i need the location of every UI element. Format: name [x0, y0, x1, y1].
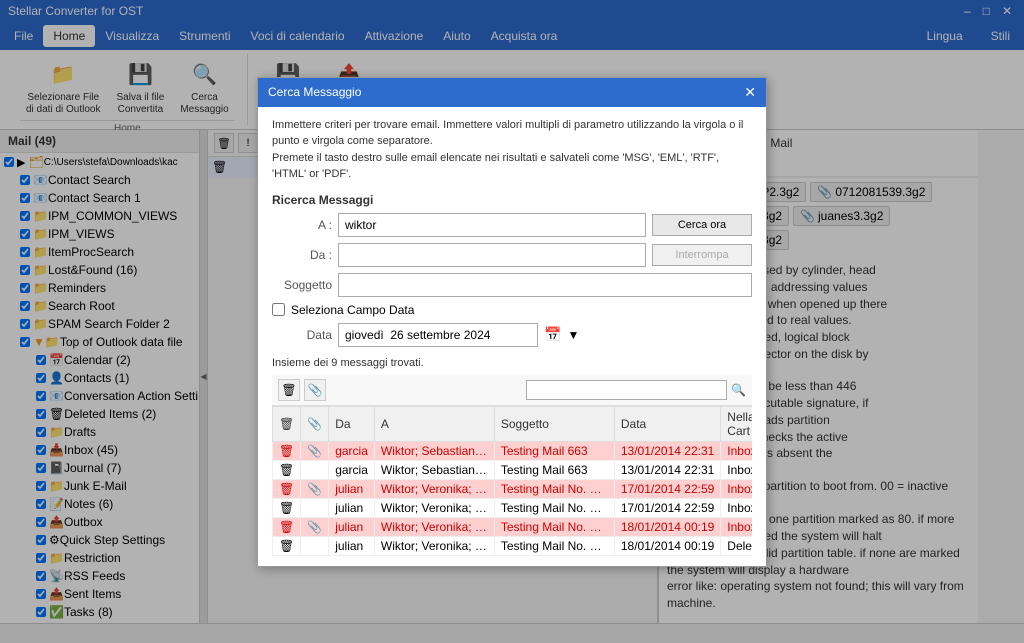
- modal-date-row: Data 📅 ▼: [272, 323, 752, 347]
- cell-to: Wiktor; Veronika; Vah...: [374, 479, 494, 498]
- results-search-input[interactable]: [526, 380, 728, 400]
- cell-folder: Inbox: [721, 441, 752, 460]
- results-attach-btn[interactable]: 📎: [304, 379, 326, 401]
- modal-field-soggetto: Soggetto: [272, 273, 752, 297]
- cell-from: garcia: [329, 460, 375, 479]
- cell-folder: Inbox: [721, 479, 752, 498]
- col-date: Data: [614, 406, 720, 441]
- cell-del: 🗑: [273, 536, 301, 555]
- results-search-icon[interactable]: 🔍: [731, 383, 746, 397]
- cell-date: 18/01/2014 00:19: [614, 536, 720, 555]
- results-delete-btn[interactable]: 🗑: [278, 379, 300, 401]
- cell-subject: Testing Mail 663: [494, 441, 614, 460]
- modal-title: Cerca Messaggio: [268, 85, 361, 99]
- modal-overlay: Cerca Messaggio ✕ Immettere criteri per …: [0, 0, 1024, 643]
- modal-checkbox-row: Seleziona Campo Data: [272, 303, 752, 317]
- cell-subject: Testing Mail No. 1000.: [494, 536, 614, 555]
- cell-date: 17/01/2014 22:59: [614, 479, 720, 498]
- cerca-messaggio-modal: Cerca Messaggio ✕ Immettere criteri per …: [257, 77, 767, 567]
- modal-results-toolbar: 🗑 📎 🔍: [272, 375, 752, 406]
- stop-button[interactable]: Interrompa: [652, 244, 752, 266]
- cell-subject: Testing Mail No. 1000.: [494, 498, 614, 517]
- cell-del: 🗑: [273, 441, 301, 460]
- cell-folder: Deleted It: [721, 536, 752, 555]
- calendar-picker-icon[interactable]: 📅: [544, 326, 561, 343]
- cell-folder: Inbox: [721, 498, 752, 517]
- cell-from: julian: [329, 536, 375, 555]
- modal-field-a: A : Cerca ora: [272, 213, 752, 237]
- cell-att: [301, 460, 329, 479]
- checkbox-label: Seleziona Campo Data: [291, 303, 414, 317]
- cell-subject: Testing Mail No. 1000...: [494, 479, 614, 498]
- date-label: Data: [272, 328, 332, 342]
- field-a-label: A :: [272, 218, 332, 232]
- cell-att: 📎: [301, 441, 329, 460]
- col-subject: Soggetto: [494, 406, 614, 441]
- results-table-container: 🗑 📎 Da A Soggetto Data Nella Cart 🗑 �: [272, 406, 752, 556]
- dropdown-icon[interactable]: ▼: [567, 328, 579, 342]
- col-folder: Nella Cart: [721, 406, 752, 441]
- field-a-input[interactable]: [338, 213, 646, 237]
- cell-att: 📎: [301, 517, 329, 536]
- modal-field-da: Da : Interrompa: [272, 243, 752, 267]
- cell-att: [301, 536, 329, 555]
- cell-to: Wiktor; Veronika; Vah...: [374, 498, 494, 517]
- field-soggetto-input[interactable]: [338, 273, 752, 297]
- modal-section-title: Ricerca Messaggi: [272, 193, 752, 207]
- cell-subject: Testing Mail 663: [494, 460, 614, 479]
- table-row[interactable]: 🗑 julian Wiktor; Veronika; Vah... Testin…: [273, 498, 753, 517]
- col-from: Da: [329, 406, 375, 441]
- field-soggetto-label: Soggetto: [272, 278, 332, 292]
- cell-subject: Testing Mail No. 1000.: [494, 517, 614, 536]
- select-date-checkbox[interactable]: [272, 303, 285, 316]
- cell-date: 17/01/2014 22:59: [614, 498, 720, 517]
- cell-from: julian: [329, 498, 375, 517]
- cell-date: 18/01/2014 00:19: [614, 517, 720, 536]
- table-row[interactable]: 🗑 julian Wiktor; Veronika; Vah... Testin…: [273, 536, 753, 555]
- results-table: 🗑 📎 Da A Soggetto Data Nella Cart 🗑 �: [272, 406, 752, 556]
- cell-del: 🗑: [273, 460, 301, 479]
- field-da-label: Da :: [272, 248, 332, 262]
- modal-found-text: Insieme dei 9 messaggi trovati.: [272, 357, 752, 369]
- cell-date: 13/01/2014 22:31: [614, 460, 720, 479]
- cell-date: 13/01/2014 22:31: [614, 441, 720, 460]
- cell-from: garcia: [329, 441, 375, 460]
- modal-close-button[interactable]: ✕: [744, 84, 756, 101]
- cell-del: 🗑: [273, 498, 301, 517]
- cell-to: Wiktor; Sebastian; Ty...: [374, 441, 494, 460]
- cell-to: Wiktor; Sebastian; Ty...: [374, 460, 494, 479]
- cell-to: Wiktor; Veronika; Vah...: [374, 536, 494, 555]
- table-row[interactable]: 🗑 📎 garcia Wiktor; Sebastian; Ty... Test…: [273, 441, 753, 460]
- cell-folder: Inbox: [721, 460, 752, 479]
- col-to: A: [374, 406, 494, 441]
- field-da-input[interactable]: [338, 243, 646, 267]
- search-button[interactable]: Cerca ora: [652, 214, 752, 236]
- table-row[interactable]: 🗑 📎 julian Wiktor; Veronika; Vah... Test…: [273, 479, 753, 498]
- date-input[interactable]: [338, 323, 538, 347]
- cell-del: 🗑: [273, 479, 301, 498]
- cell-folder: Inbox: [721, 517, 752, 536]
- table-row[interactable]: 🗑 📎 julian Wiktor; Veronika; Vah... Test…: [273, 517, 753, 536]
- cell-att: [301, 498, 329, 517]
- modal-body: Immettere criteri per trovare email. Imm…: [258, 107, 766, 566]
- cell-to: Wiktor; Veronika; Vah...: [374, 517, 494, 536]
- cell-from: julian: [329, 517, 375, 536]
- cell-del: 🗑: [273, 517, 301, 536]
- cell-att: 📎: [301, 479, 329, 498]
- col-del: 🗑: [273, 406, 301, 441]
- cell-from: julian: [329, 479, 375, 498]
- modal-info-text: Immettere criteri per trovare email. Imm…: [272, 117, 752, 183]
- col-att: 📎: [301, 406, 329, 441]
- table-row[interactable]: 🗑 garcia Wiktor; Sebastian; Ty... Testin…: [273, 460, 753, 479]
- modal-title-bar: Cerca Messaggio ✕: [258, 78, 766, 107]
